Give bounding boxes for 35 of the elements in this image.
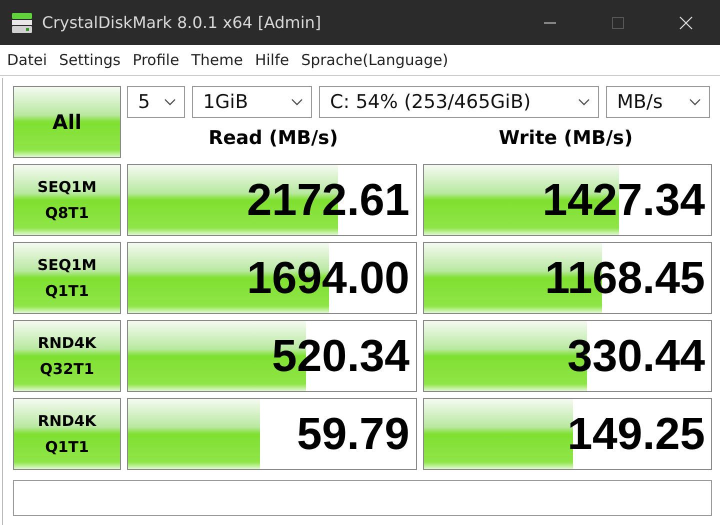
maximize-icon xyxy=(611,16,625,30)
speed-value: 59.79 xyxy=(296,408,410,460)
speed-value: 149.25 xyxy=(567,408,705,460)
chevron-down-icon xyxy=(291,98,303,106)
dropdown[interactable]: C: 54% (253/465GiB) xyxy=(319,86,599,118)
menu-item[interactable]: Datei xyxy=(7,51,48,69)
all-button[interactable]: All xyxy=(13,86,121,158)
speed-value: 520.34 xyxy=(272,330,410,382)
window-title: CrystalDiskMark 8.0.1 x64 [Admin] xyxy=(42,13,322,32)
comment-field[interactable] xyxy=(13,480,712,516)
test-button[interactable]: RND4K Q1T1 xyxy=(13,398,121,470)
dropdown[interactable]: 5 xyxy=(127,86,185,118)
speed-value: 330.44 xyxy=(567,330,705,382)
column-header: Read (MB/s) xyxy=(207,127,340,149)
menu-item[interactable]: Hilfe xyxy=(254,51,290,69)
test-button[interactable]: SEQ1M Q8T1 xyxy=(13,164,121,236)
test-button[interactable]: SEQ1M Q1T1 xyxy=(13,242,121,314)
dropdown[interactable]: 1GiB xyxy=(192,86,312,118)
menu-item[interactable]: Theme xyxy=(191,51,243,69)
column-header: Write (MB/s) xyxy=(498,127,634,149)
menu-item[interactable]: Profile xyxy=(132,51,180,69)
chevron-down-icon xyxy=(164,98,176,106)
menu-item[interactable]: Settings xyxy=(59,51,121,69)
speed-value: 2172.61 xyxy=(246,174,410,226)
test-button[interactable]: RND4K Q32T1 xyxy=(13,320,121,392)
close-icon xyxy=(679,16,693,30)
chevron-down-icon xyxy=(578,98,590,106)
speed-value: 1694.00 xyxy=(246,252,410,304)
dropdown[interactable]: MB/s xyxy=(606,86,710,118)
minimize-icon xyxy=(544,22,556,24)
menu-item[interactable]: Sprache(Language) xyxy=(301,51,448,69)
disk-drive-icon xyxy=(10,12,34,34)
chevron-down-icon xyxy=(689,98,701,106)
speed-value: 1168.45 xyxy=(544,252,705,304)
speed-value: 1427.34 xyxy=(542,174,705,226)
